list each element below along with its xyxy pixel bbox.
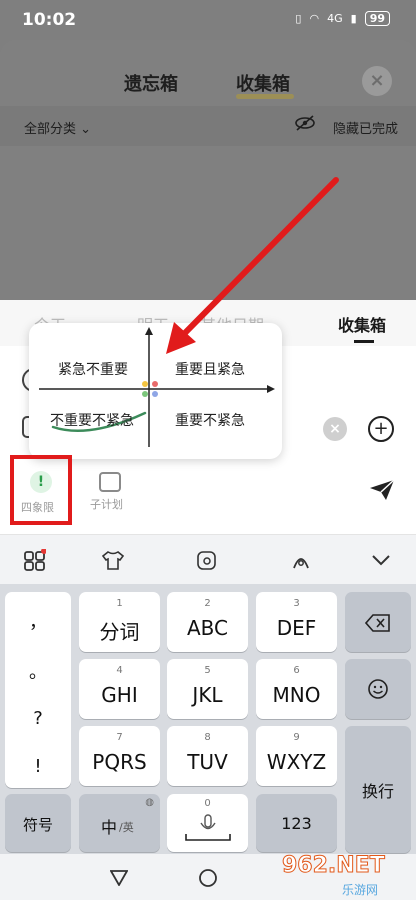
key-2-label: ABC: [186, 616, 228, 640]
key-9-label: WXYZ: [266, 750, 327, 774]
key-5-number: 5: [204, 665, 211, 676]
apps-grid-icon[interactable]: [24, 549, 46, 571]
key-3-label: DEF: [276, 616, 317, 640]
quadrant-tool-label: 四象限: [21, 501, 54, 514]
emoji-key[interactable]: [345, 659, 411, 719]
space-number: 0: [204, 798, 211, 809]
quadrant-tool-button[interactable]: ! 四象限: [10, 455, 72, 525]
key-8[interactable]: 8 TUV: [167, 726, 248, 786]
microphone-icon: [185, 814, 231, 841]
key-5-label: JKL: [192, 683, 223, 707]
key-4[interactable]: 4 GHI: [79, 659, 160, 719]
punctuation-column[interactable]: ， 。 ? !: [5, 592, 71, 788]
key-exclamation[interactable]: !: [5, 758, 71, 776]
symbols-label: 符号: [22, 816, 53, 834]
watermark: 962.NET 乐游网: [278, 853, 414, 899]
language-switch-key[interactable]: 中 /英 ◍: [79, 794, 160, 852]
key-6-number: 6: [293, 665, 300, 676]
key-6-label: MNO: [272, 683, 321, 707]
key-3[interactable]: 3 DEF: [256, 592, 337, 652]
space-key[interactable]: 0: [167, 794, 248, 852]
key-2[interactable]: 2 ABC: [167, 592, 248, 652]
watermark-logo: 962.NET: [282, 853, 386, 879]
newline-label: 换行: [361, 782, 394, 801]
key-1-number: 1: [116, 598, 123, 609]
keyboard: ， 。 ? ! 1 分词 2 ABC 3 DEF 4 GHI 5 JKL 6 M…: [0, 584, 416, 854]
key-comma[interactable]: ，: [5, 614, 71, 632]
filter-row: 全部分类 ⌄ 隐藏已完成: [0, 106, 416, 146]
exclamation-icon: !: [30, 471, 52, 493]
key-4-number: 4: [116, 665, 123, 676]
key-8-label: TUV: [187, 750, 228, 774]
backspace-icon: [365, 614, 390, 632]
tab-collect-box[interactable]: 收集箱: [236, 70, 290, 96]
wifi-icon: ◠: [309, 12, 320, 25]
key-question[interactable]: ?: [5, 710, 71, 728]
emoji-sticker-icon[interactable]: [196, 549, 218, 571]
app-header: 遗忘箱 收集箱 × 全部分类 ⌄ 隐藏已完成: [0, 40, 416, 300]
key-7-number: 7: [116, 732, 123, 743]
category-filter[interactable]: 全部分类 ⌄: [24, 118, 91, 137]
handwriting-icon[interactable]: [290, 549, 312, 571]
send-icon[interactable]: [368, 478, 396, 502]
key-2-number: 2: [204, 598, 211, 609]
clear-icon[interactable]: ×: [323, 417, 347, 441]
watermark-sub: 乐游网: [342, 883, 379, 897]
signal-icon: ▮: [350, 12, 357, 25]
quadrant-axes: [39, 327, 275, 447]
key-8-number: 8: [204, 732, 211, 743]
symbols-key[interactable]: 符号: [5, 794, 71, 852]
quadrant-not-important-not-urgent[interactable]: 不重要不紧急: [50, 410, 134, 430]
header-card: 遗忘箱 收集箱 × 全部分类 ⌄ 隐藏已完成: [0, 40, 416, 300]
quadrant-important-urgent[interactable]: 重要且紧急: [175, 359, 245, 379]
close-icon[interactable]: ×: [362, 66, 392, 96]
status-icons: ▯ ◠ 4G ▮ 99: [295, 11, 390, 26]
key-7[interactable]: 7 PQRS: [79, 726, 160, 786]
quadrant-important-not-urgent[interactable]: 重要不紧急: [175, 410, 245, 430]
key-7-label: PQRS: [92, 750, 147, 774]
active-tab-underline: [236, 94, 294, 99]
eye-hidden-icon[interactable]: [294, 115, 316, 131]
category-filter-label: 全部分类: [24, 122, 77, 137]
quadrant-urgent-not-important[interactable]: 紧急不重要: [58, 359, 128, 379]
key-4-label: GHI: [101, 683, 138, 707]
home-icon[interactable]: [198, 868, 218, 888]
backspace-key[interactable]: [345, 592, 411, 652]
back-icon[interactable]: [110, 870, 128, 886]
lang-label: 中: [101, 818, 118, 837]
battery-icon: 99: [364, 11, 390, 26]
key-1-label: 分词: [99, 620, 140, 644]
subplan-label[interactable]: 子计划: [90, 496, 123, 512]
hide-completed-toggle[interactable]: 隐藏已完成: [333, 118, 398, 137]
network-label: 4G: [327, 12, 343, 25]
key-3-number: 3: [293, 598, 300, 609]
checklist-icon[interactable]: [99, 472, 121, 492]
vibrate-icon: ▯: [295, 12, 302, 25]
selected-tab-indicator: [354, 340, 374, 343]
quadrant-popup: 紧急不重要 重要且紧急 不重要不紧急 重要不紧急: [29, 323, 282, 459]
collapse-keyboard-icon[interactable]: [370, 549, 392, 571]
add-button[interactable]: +: [368, 416, 394, 442]
key-9[interactable]: 9 WXYZ: [256, 726, 337, 786]
key-1[interactable]: 1 分词: [79, 592, 160, 652]
globe-icon: ◍: [145, 797, 154, 808]
key-period[interactable]: 。: [5, 664, 71, 682]
key-6[interactable]: 6 MNO: [256, 659, 337, 719]
newline-key[interactable]: 换行: [345, 726, 411, 853]
keyboard-toolbar: [0, 534, 416, 584]
tab-forget-box[interactable]: 遗忘箱: [124, 70, 178, 96]
key-9-number: 9: [293, 732, 300, 743]
skin-shirt-icon[interactable]: [102, 549, 124, 571]
key-5[interactable]: 5 JKL: [167, 659, 248, 719]
lang-alt-label: /英: [119, 821, 134, 834]
status-bar: 10:02 ▯ ◠ 4G ▮ 99: [0, 0, 416, 40]
chevron-down-icon: ⌄: [80, 122, 92, 137]
smiley-icon: [368, 679, 388, 699]
tab-inbox[interactable]: 收集箱: [338, 312, 386, 336]
number-key[interactable]: 123: [256, 794, 337, 852]
number-label: 123: [281, 814, 312, 833]
status-time: 10:02: [22, 10, 77, 30]
